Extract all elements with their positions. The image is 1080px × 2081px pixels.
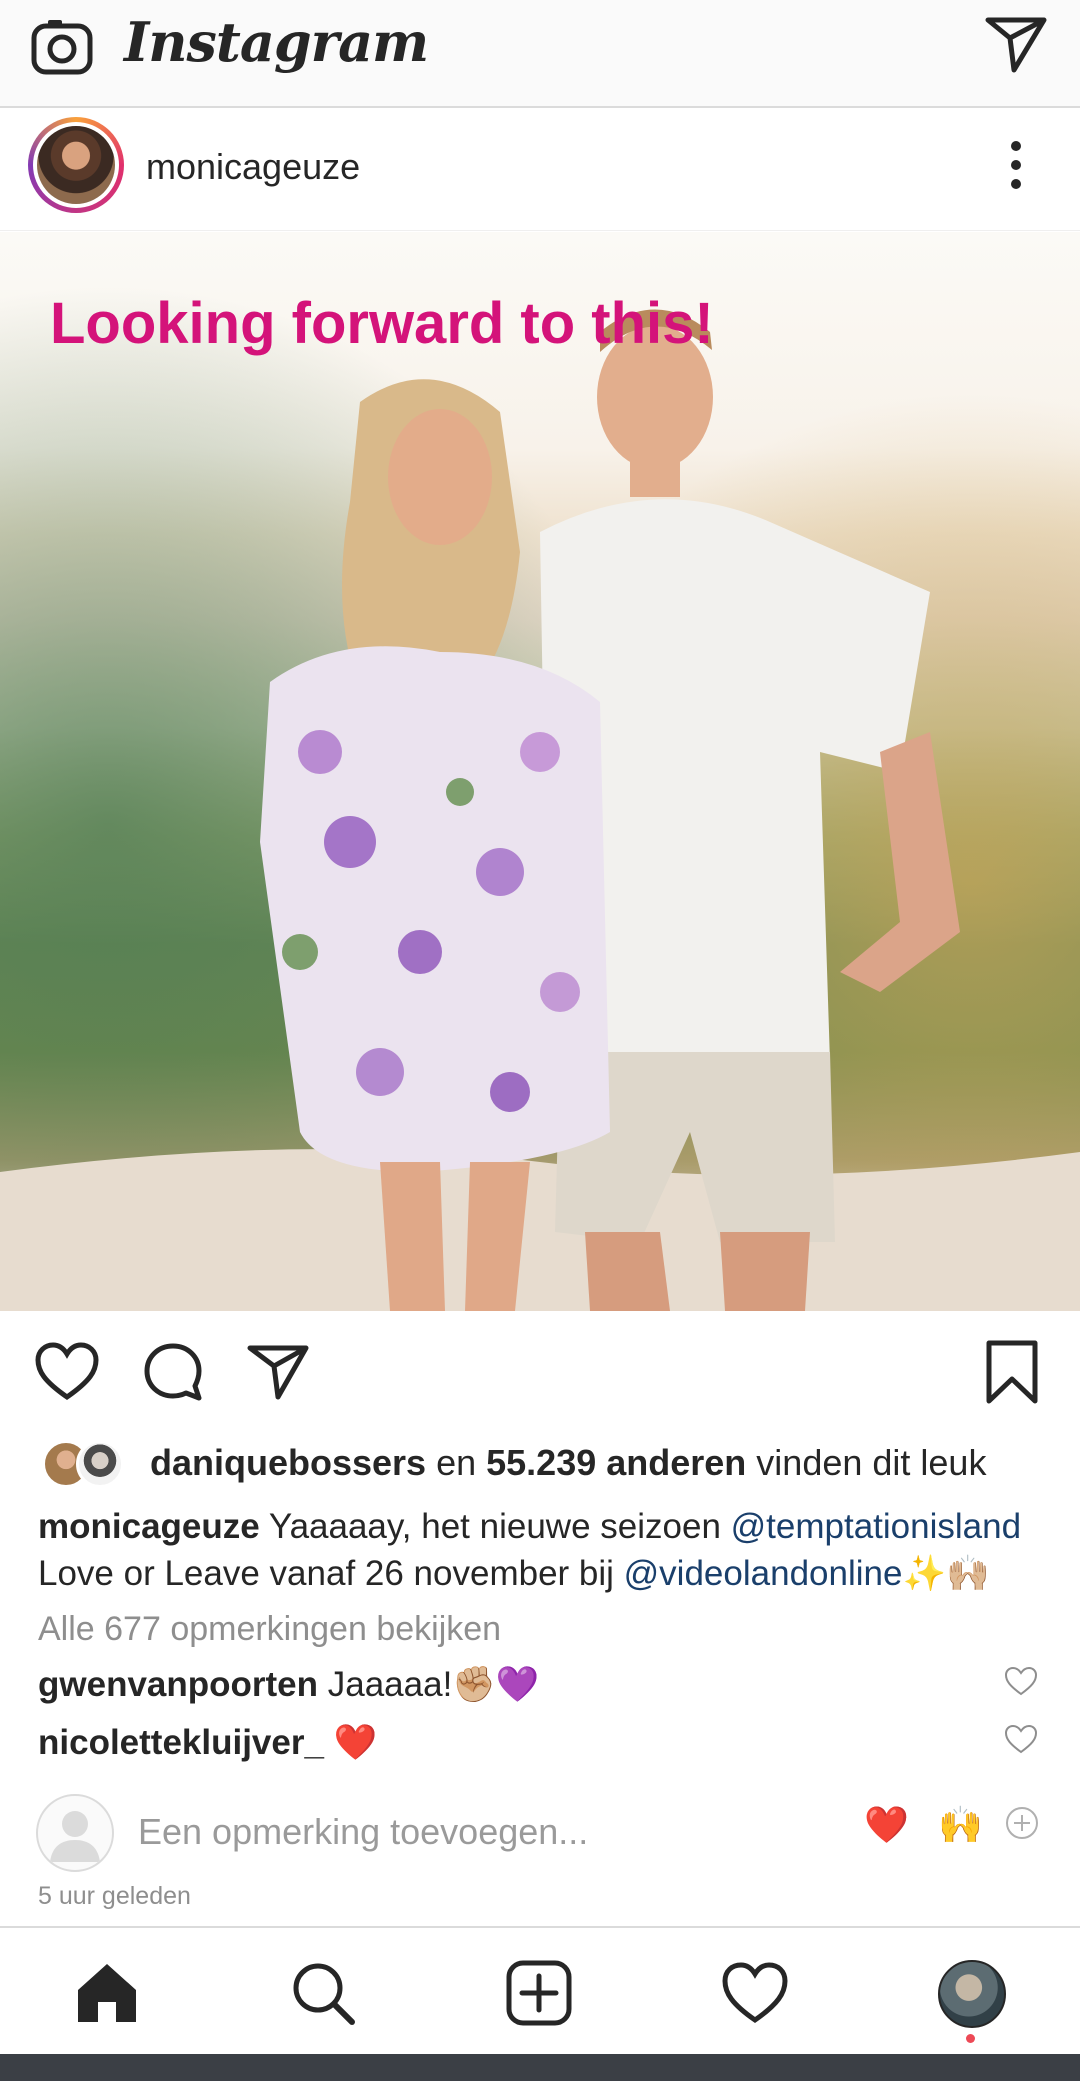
comment-bubble-icon[interactable] [142,1341,204,1403]
more-options-icon[interactable] [1006,140,1026,190]
post-caption: monicageuze Yaaaaay, het nieuwe seizoen … [38,1507,1022,1593]
post-actions [0,1311,1080,1431]
mention-link[interactable]: @videolandonline [624,1554,903,1593]
top-bar: Instagram [0,0,1080,108]
couple-photo [0,232,1080,1311]
share-paper-plane-icon[interactable] [246,1343,310,1401]
comment-like-heart-icon[interactable] [1004,1666,1038,1696]
likes-text: daniquebossers en 55.239 anderen vinden … [150,1442,987,1483]
view-all-comments-link[interactable]: Alle 677 opmerkingen bekijken [38,1610,501,1649]
comment-username[interactable]: gwenvanpoorten [38,1665,318,1704]
bottom-nav [0,1926,1080,2056]
liker-username[interactable]: daniquebossers [150,1442,426,1483]
like-heart-icon[interactable] [34,1341,100,1401]
mention-link[interactable]: @temptationisland [731,1507,1021,1546]
paper-plane-icon[interactable] [984,14,1048,74]
camera-icon[interactable] [30,16,94,80]
likes-summary[interactable]: daniquebossers en 55.239 anderen vinden … [0,1436,1080,1492]
quick-reaction-raised-hands[interactable]: 🙌 [938,1804,983,1846]
liker-avatar [76,1440,124,1488]
activity-heart-icon[interactable] [720,1958,790,2028]
comment-row: gwenvanpoorten Jaaaaa!✊🏼💜 [38,1664,539,1705]
author-avatar[interactable] [28,117,124,213]
comment-like-heart-icon[interactable] [1004,1724,1038,1754]
comment-username[interactable]: nicolettekluijver_ [38,1723,324,1762]
system-nav-bar [0,2054,1080,2081]
post-image[interactable]: Looking forward to this! [0,232,1080,1311]
likes-count[interactable]: 55.239 anderen [486,1442,746,1483]
app-logo: Instagram [124,10,429,74]
new-post-icon[interactable] [504,1958,574,2028]
more-reactions-plus-icon[interactable] [1005,1806,1039,1840]
add-comment-input[interactable] [136,1806,840,1858]
comment-text: Jaaaaa!✊🏼💜 [318,1665,540,1704]
notification-dot [966,2034,975,2043]
home-icon[interactable] [72,1958,142,2028]
quick-reaction-heart[interactable]: ❤️ [864,1804,909,1846]
search-icon[interactable] [288,1958,358,2028]
image-overlay-text: Looking forward to this! [50,291,714,356]
profile-avatar[interactable] [938,1960,1006,2028]
post-header: monicageuze [0,108,1080,231]
caption-emoji: ✨🙌🏼 [902,1554,990,1593]
caption-username[interactable]: monicageuze [38,1507,260,1546]
comment-text: ❤️ [323,1723,378,1762]
current-user-avatar [36,1794,114,1872]
bookmark-icon[interactable] [984,1339,1040,1405]
post-timestamp: 5 uur geleden [38,1882,191,1910]
add-comment-bar: ❤️ 🙌 [0,1790,1080,1872]
comment-row: nicolettekluijver_ ❤️ [38,1722,377,1763]
post-author-username[interactable]: monicageuze [146,146,360,188]
